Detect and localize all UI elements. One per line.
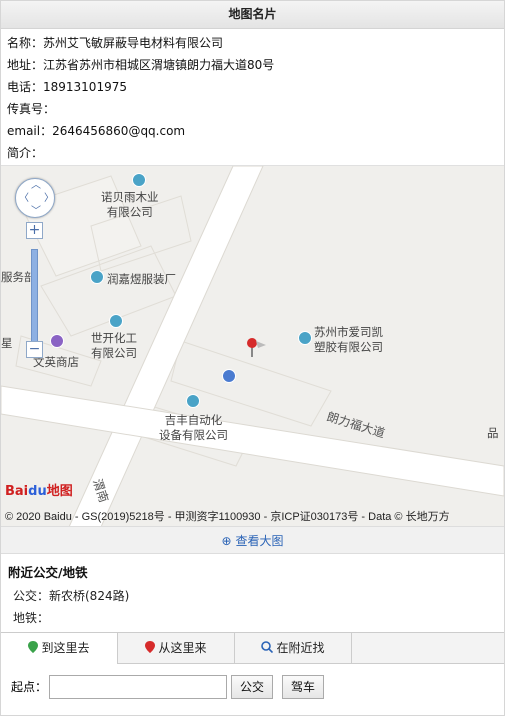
logo-paw: du	[28, 484, 47, 499]
transit-title: 附近公交/地铁	[8, 565, 88, 580]
poi-xing[interactable]: 星	[1, 336, 13, 351]
card-title: 地图名片	[1, 1, 504, 29]
zoom-slider[interactable]	[31, 249, 38, 349]
company-name: 名称：苏州艾飞敏屏蔽导电材料有限公司	[7, 36, 224, 50]
poi-shikai[interactable]: 世开化工 有限公司	[91, 331, 137, 361]
poi-icon	[109, 314, 123, 328]
company-email: email：2646456860@qq.com	[7, 124, 186, 138]
logo-brand: Bai	[5, 484, 29, 499]
map-card: 地图名片 名称：苏州艾飞敏屏蔽导电材料有限公司 地址：江苏省苏州市相城区渭塘镇朗…	[0, 0, 505, 716]
company-info: 名称：苏州艾飞敏屏蔽导电材料有限公司 地址：江苏省苏州市相城区渭塘镇朗力福大道8…	[1, 29, 504, 164]
bus-route-button[interactable]: 公交	[231, 675, 273, 699]
transit-section: 附近公交/地铁 公交：新农桥(824路) 地铁：	[1, 554, 504, 629]
view-large-bar: ⊕ 查看大图	[1, 526, 504, 554]
magnifier-icon: ⊕	[221, 534, 232, 548]
shop-icon	[50, 334, 64, 348]
map-view[interactable]: 诺贝雨木业 有限公司 服务部 润嘉煜服装厂 世开化工 有限公司 苏州市爱司凯 塑…	[1, 165, 504, 526]
tab-nearby[interactable]: 在附近找	[235, 633, 352, 664]
route-tabs: 到这里去 从这里来 在附近找	[1, 632, 504, 664]
pan-down-icon[interactable]: ﹀	[31, 207, 41, 217]
start-input[interactable]	[49, 675, 227, 699]
poi-nuobei[interactable]: 诺贝雨木业 有限公司	[101, 190, 159, 220]
poi-label: 有限公司	[106, 205, 153, 219]
drive-route-button[interactable]: 驾车	[282, 675, 324, 699]
location-icon-red	[145, 641, 156, 653]
poi-label: 诺贝雨木业	[101, 190, 159, 204]
company-fax: 传真号：	[7, 102, 56, 116]
company-phone: 电话：18913101975	[7, 80, 127, 94]
tab-label: 到这里去	[41, 641, 90, 655]
transit-subway: 地铁：	[13, 611, 50, 625]
search-icon	[261, 641, 274, 653]
view-large-link[interactable]: 查看大图	[235, 534, 283, 548]
poi-runjiayu[interactable]: 润嘉煜服装厂	[107, 272, 176, 287]
poi-label: 塑胶有限公司	[314, 340, 383, 354]
tab-label: 在附近找	[276, 641, 325, 655]
transit-bus: 公交：新农桥(824路)	[13, 589, 130, 603]
zoom-in-button[interactable]: +	[26, 222, 43, 239]
poi-label: 有限公司	[91, 346, 137, 360]
pan-right-icon[interactable]: 〉	[44, 194, 54, 204]
pan-left-icon[interactable]: 〈	[19, 194, 29, 204]
poi-label: 吉丰自动化	[164, 413, 223, 427]
poi-label: 世开化工	[91, 331, 137, 345]
pan-up-icon[interactable]: ︿	[31, 181, 41, 191]
location-icon-green	[28, 641, 39, 653]
map-copyright: © 2020 Baidu - GS(2019)5218号 - 甲测资字11009…	[5, 511, 450, 523]
start-label: 起点：	[11, 680, 48, 694]
poi-label: 设备有限公司	[159, 428, 228, 442]
zoom-out-button[interactable]: −	[26, 341, 43, 358]
poi-icon	[90, 270, 104, 284]
company-intro: 简介：	[7, 146, 44, 160]
location-pin-icon[interactable]	[246, 336, 268, 361]
poi-aisikai[interactable]: 苏州市爱司凯 塑胶有限公司	[314, 325, 383, 355]
poi-pin-edge[interactable]: 品	[487, 426, 499, 441]
bus-stop-icon[interactable]	[222, 369, 236, 383]
pan-control[interactable]: ︿ ﹀ 〈 〉	[15, 178, 55, 218]
logo-text: 地图	[46, 484, 73, 499]
poi-icon	[298, 331, 312, 345]
poi-jifeng[interactable]: 吉丰自动化 设备有限公司	[159, 413, 228, 443]
baidu-logo: Baidu地图	[5, 480, 73, 499]
start-row: 起点： 公交 驾车	[1, 671, 504, 703]
poi-icon	[186, 394, 200, 408]
tab-go-here[interactable]: 到这里去	[1, 633, 118, 664]
tab-label: 从这里来	[158, 641, 207, 655]
poi-label: 苏州市爱司凯	[314, 325, 383, 339]
company-address: 地址：江苏省苏州市相城区渭塘镇朗力福大道80号	[7, 58, 275, 72]
tab-from-here[interactable]: 从这里来	[118, 633, 235, 664]
poi-icon	[132, 173, 146, 187]
